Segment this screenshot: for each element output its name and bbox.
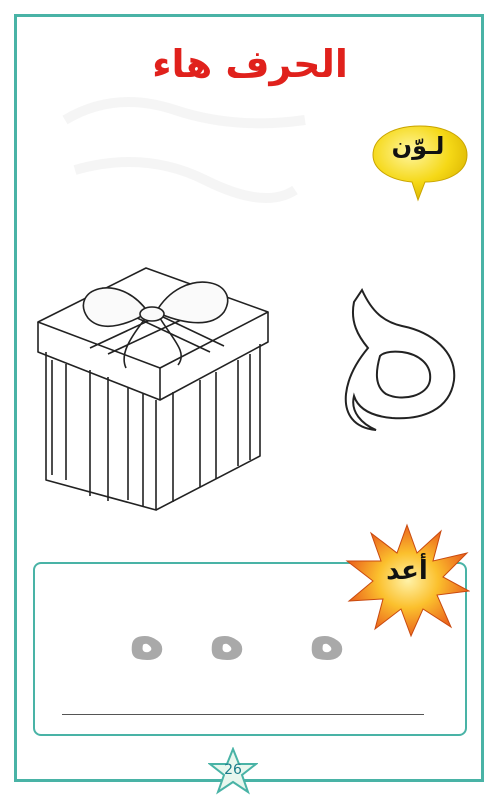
faint-watermark-decoration	[62, 97, 306, 203]
writing-line	[62, 714, 424, 715]
gift-box-icon	[37, 267, 269, 511]
instruction-repeat-label: أعد	[386, 556, 428, 586]
trace-letter: ه	[308, 600, 346, 673]
trace-letter: ه	[208, 600, 246, 673]
instruction-color-label: لـوّن	[391, 132, 445, 160]
trace-letter: ه	[128, 600, 166, 673]
letter-outline-icon	[344, 287, 456, 431]
page-number: 26	[224, 762, 242, 778]
